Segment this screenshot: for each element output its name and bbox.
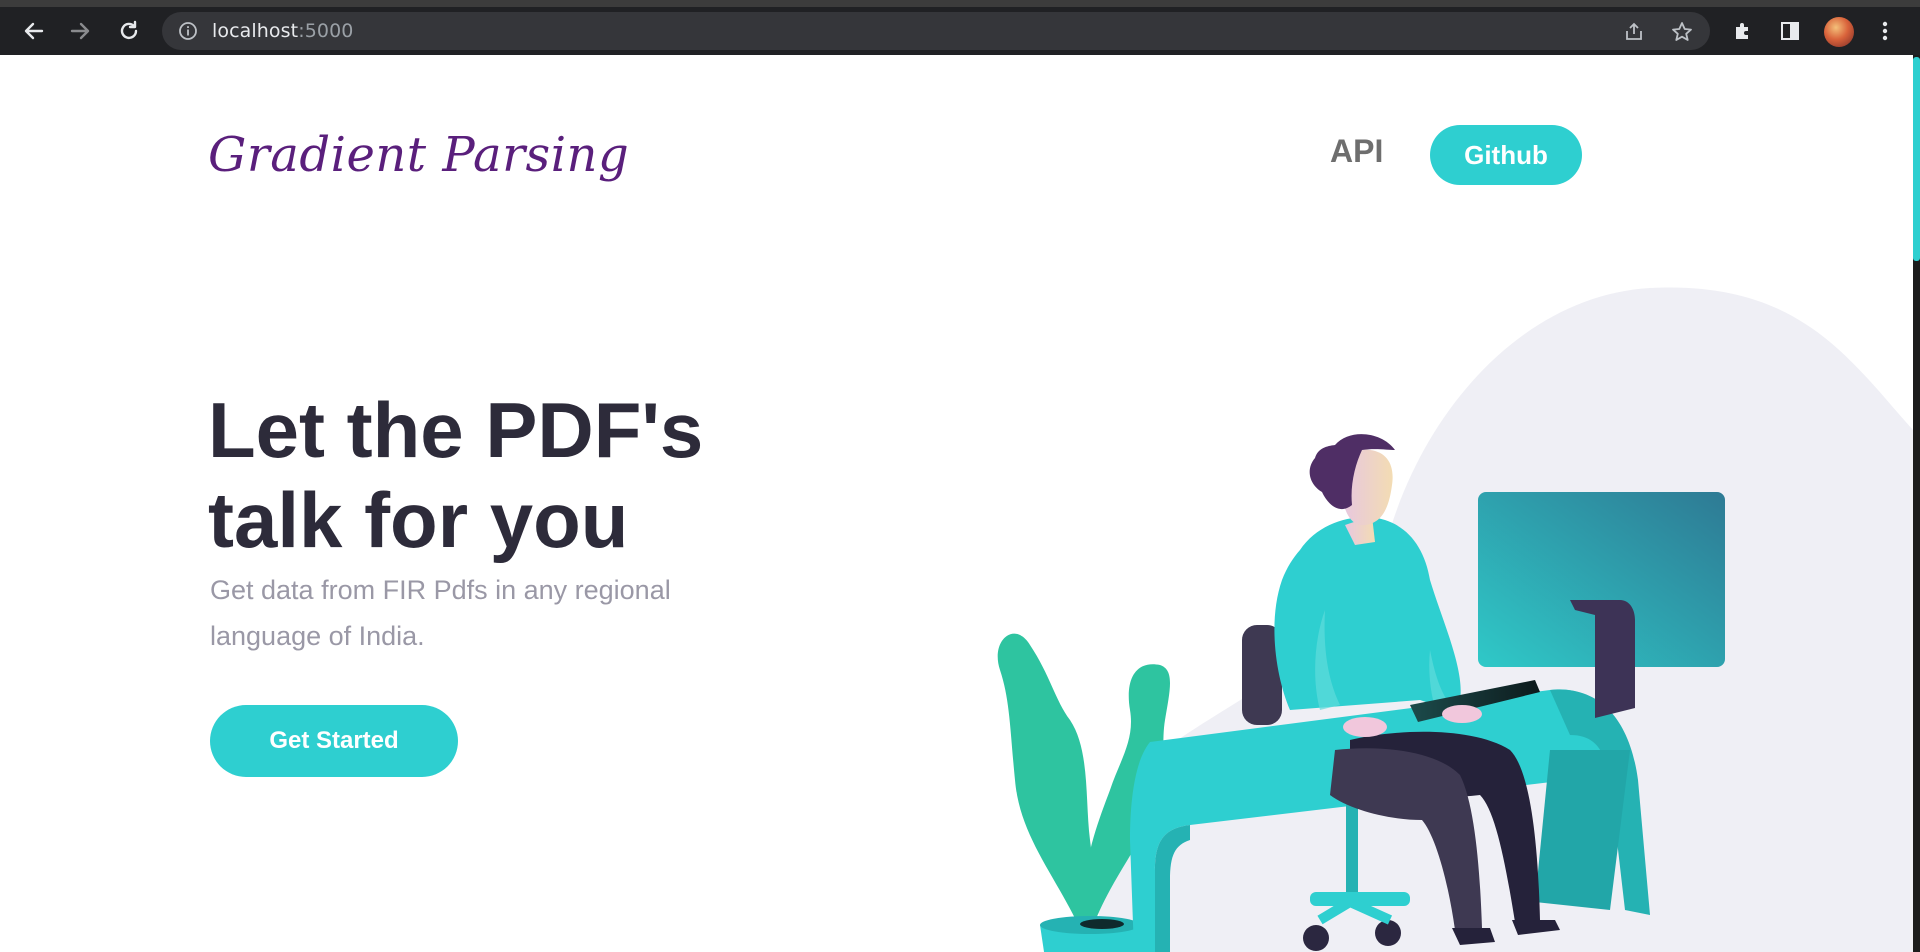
bookmark-star-icon[interactable]	[1669, 19, 1695, 45]
hero-title-line2: talk for you	[208, 476, 629, 564]
hero-title: Let the PDF's talk for you	[208, 385, 908, 565]
github-button[interactable]: Github	[1430, 125, 1582, 185]
hero-subtitle: Get data from FIR Pdfs in any regional l…	[210, 575, 671, 651]
address-bar[interactable]: localhost:5000	[162, 12, 1710, 50]
profile-avatar[interactable]	[1824, 17, 1854, 47]
url-host: localhost	[212, 20, 299, 42]
back-arrow-icon[interactable]	[18, 16, 48, 46]
share-icon[interactable]	[1621, 19, 1647, 45]
extensions-puzzle-icon[interactable]	[1728, 16, 1758, 46]
hero-illustration	[997, 287, 1913, 952]
get-started-button[interactable]: Get Started	[210, 705, 458, 777]
info-icon[interactable]	[178, 21, 198, 45]
url-port: :5000	[298, 20, 354, 42]
forward-arrow-icon[interactable]	[66, 16, 96, 46]
page-viewport: Gradient Parsing API Github Let the PDF'…	[0, 55, 1913, 952]
hero-title-line1: Let the PDF's	[208, 386, 704, 474]
menu-kebab-icon[interactable]	[1870, 16, 1900, 46]
browser-toolbar: localhost:5000	[0, 0, 1920, 55]
site-logo[interactable]: Gradient Parsing	[208, 127, 629, 183]
scrollbar-thumb[interactable]	[1913, 57, 1920, 261]
side-panel-icon[interactable]	[1775, 16, 1805, 46]
nav-api-link[interactable]: API	[1330, 133, 1383, 170]
url-text: localhost:5000	[212, 20, 353, 42]
reload-icon[interactable]	[114, 16, 144, 46]
page-scrollbar[interactable]	[1913, 55, 1920, 952]
